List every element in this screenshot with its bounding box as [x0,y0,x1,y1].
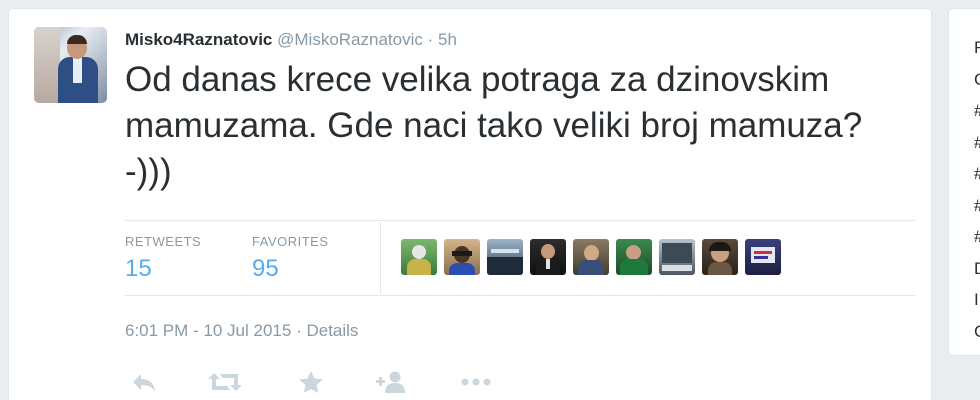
time-ago[interactable]: 5h [438,30,457,49]
favoriters-avatars [401,239,781,275]
sidebar-item[interactable]: # [974,221,980,253]
stats-divider-bottom [125,295,915,296]
sidebar-item[interactable]: # [974,127,980,159]
tweet-header: Misko4Raznatovic @MiskoRaznatovic · 5h [125,30,457,50]
tweet-text: Od danas krece velika potraga za dzinovs… [125,60,863,191]
retweets-label: RETWEETS [125,234,202,249]
sidebar-item[interactable]: C [974,316,980,348]
favorites-stat[interactable]: FAVORITES 95 [252,234,329,283]
sidebar-item[interactable]: D [974,253,980,285]
sidebar-list: F C # # # # # D I C [974,32,980,347]
screen-name[interactable]: @MiskoRaznatovic [277,30,423,49]
tweet-timestamp[interactable]: 6:01 PM - 10 Jul 2015 [125,321,291,340]
details-separator: · [296,321,302,340]
favoriter-avatar[interactable] [702,239,738,275]
stats-vertical-divider [380,222,381,294]
stats-divider-top [125,220,915,221]
retweet-icon[interactable] [207,370,243,394]
retweets-count[interactable]: 15 [125,255,201,283]
favoriter-avatar[interactable] [401,239,437,275]
favoriter-avatar[interactable] [616,239,652,275]
sidebar-item[interactable]: I [974,284,980,316]
favoriter-avatar[interactable] [530,239,566,275]
sidebar-item[interactable]: # [974,95,980,127]
follow-icon[interactable] [375,370,407,394]
user-avatar[interactable] [34,27,107,103]
sidebar-item[interactable]: # [974,158,980,190]
reply-icon[interactable] [129,370,159,394]
favorite-icon[interactable] [297,370,325,394]
details-link[interactable]: Details [306,321,358,340]
sidebar-item[interactable]: F [974,32,980,64]
favoriter-avatar[interactable] [444,239,480,275]
favoriter-avatar[interactable] [573,239,609,275]
sidebar-item[interactable]: # [974,190,980,222]
sidebar-item[interactable]: C [974,64,980,96]
display-name[interactable]: Misko4Raznatovic [125,30,272,49]
favorites-count[interactable]: 95 [252,255,329,283]
favorites-label: FAVORITES [252,234,329,249]
favoriter-avatar[interactable] [659,239,695,275]
separator-dot: · [427,30,434,49]
favoriter-avatar[interactable] [745,239,781,275]
more-icon[interactable] [459,370,493,394]
retweets-stat[interactable]: RETWEETS 15 [125,234,201,283]
favoriter-avatar[interactable] [487,239,523,275]
tweet-card: Misko4Raznatovic @MiskoRaznatovic · 5h O… [8,8,932,400]
tweet-timestamp-row: 6:01 PM - 10 Jul 2015 · Details [125,321,358,341]
